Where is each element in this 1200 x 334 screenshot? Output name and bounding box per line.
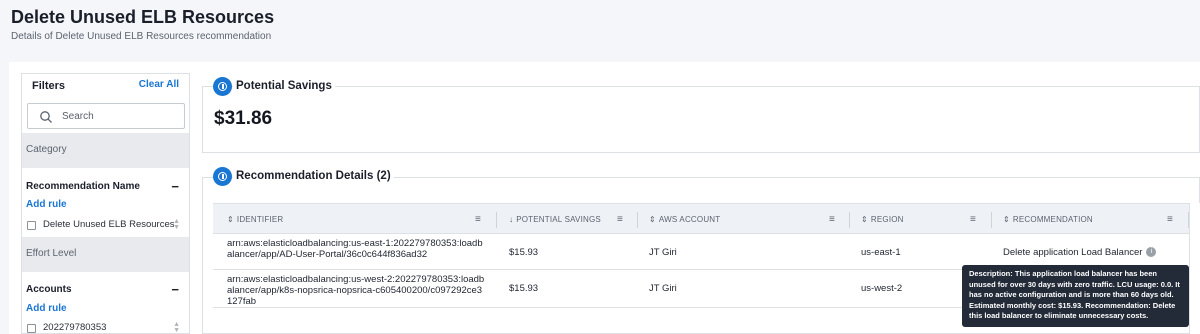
column-divider[interactable] bbox=[496, 212, 497, 228]
filters-title: Filters bbox=[32, 80, 66, 92]
potential-savings-panel bbox=[202, 86, 1200, 153]
filters-panel: Filters Clear All Category Recommendatio… bbox=[21, 73, 190, 334]
recommendation-details-title: Recommendation Details (2) bbox=[233, 170, 394, 182]
info-badge-icon bbox=[213, 77, 232, 96]
sort-handle-icon: ▲ ▼ bbox=[173, 218, 180, 231]
category-label: Category bbox=[26, 144, 67, 155]
tooltip-label: Description: bbox=[969, 269, 1013, 278]
potential-savings-value: $31.86 bbox=[214, 108, 273, 129]
account-cell: JT Giri bbox=[649, 283, 677, 294]
accounts-heading: Accounts bbox=[26, 284, 72, 295]
info-badge-icon bbox=[213, 167, 232, 186]
page-title: Delete Unused ELB Resources bbox=[11, 7, 275, 27]
region-cell: us-west-2 bbox=[861, 283, 903, 294]
recommendation-option-label: Delete Unused ELB Resources bbox=[43, 219, 175, 230]
column-header-aws-account[interactable]: ⇕ AWS ACCOUNT bbox=[649, 215, 720, 224]
checkbox[interactable] bbox=[27, 324, 36, 333]
description-tooltip: Description: This application load balan… bbox=[962, 265, 1189, 327]
table-scroll-edge[interactable] bbox=[1189, 203, 1200, 334]
column-menu-icon[interactable]: ≡ bbox=[1167, 214, 1173, 225]
column-menu-icon[interactable]: ≡ bbox=[970, 214, 976, 225]
add-rule-recommendation-link[interactable]: Add rule bbox=[26, 199, 67, 210]
filter-search-box[interactable] bbox=[27, 103, 185, 129]
column-divider[interactable] bbox=[991, 212, 992, 228]
column-divider[interactable] bbox=[637, 212, 638, 228]
savings-cell: $15.93 bbox=[509, 247, 539, 258]
column-menu-icon[interactable]: ≡ bbox=[829, 214, 835, 225]
collapse-recommendation-name-icon[interactable]: − bbox=[171, 180, 179, 193]
column-menu-icon[interactable]: ≡ bbox=[475, 214, 481, 225]
effort-level-label: Effort Level bbox=[26, 248, 77, 259]
filter-search-input[interactable] bbox=[62, 108, 180, 125]
sort-handle-icon: ▲ ▼ bbox=[173, 321, 180, 334]
column-menu-icon[interactable]: ≡ bbox=[617, 214, 623, 225]
recommendation-option-row[interactable]: Delete Unused ELB Resources ▲ ▼ bbox=[26, 218, 184, 233]
info-icon[interactable]: i bbox=[1146, 247, 1157, 258]
identifier-cell: arn:aws:elasticloadbalancing:us-east-1:2… bbox=[227, 238, 483, 260]
search-icon bbox=[40, 111, 52, 123]
recommendation-text: Delete application Load Balancer bbox=[1003, 247, 1143, 258]
account-option-label: 202279780353 bbox=[43, 322, 107, 333]
table-header: ⇕ IDENTIFIER ≡ ↓ POTENTIAL SAVINGS ≡ ⇕ AWS … bbox=[213, 203, 1200, 234]
add-rule-accounts-link[interactable]: Add rule bbox=[26, 303, 67, 314]
savings-cell: $15.93 bbox=[509, 283, 539, 294]
column-header-potential-savings[interactable]: ↓ POTENTIAL SAVINGS bbox=[509, 215, 601, 224]
account-option-row[interactable]: 202279780353 ▲ ▼ bbox=[26, 321, 184, 334]
recommendation-cell: Delete application Load Balancer i bbox=[1003, 247, 1157, 258]
region-cell: us-east-1 bbox=[861, 247, 901, 258]
column-header-region[interactable]: ⇕ REGION bbox=[861, 215, 904, 224]
potential-savings-title: Potential Savings bbox=[233, 80, 335, 92]
clear-all-link[interactable]: Clear All bbox=[139, 79, 179, 90]
column-divider[interactable] bbox=[849, 212, 850, 228]
recommendation-name-heading: Recommendation Name bbox=[26, 181, 140, 192]
checkbox[interactable] bbox=[27, 221, 36, 230]
column-header-identifier[interactable]: ⇕ IDENTIFIER bbox=[227, 215, 283, 224]
column-header-recommendation[interactable]: ⇕ RECOMMENDATION bbox=[1003, 215, 1093, 224]
account-cell: JT Giri bbox=[649, 247, 677, 258]
page-subtitle: Details of Delete Unused ELB Resources r… bbox=[11, 31, 272, 42]
identifier-cell: arn:aws:elasticloadbalancing:us-west-2:2… bbox=[227, 274, 485, 307]
collapse-accounts-icon[interactable]: − bbox=[171, 283, 179, 296]
category-section[interactable]: Category bbox=[22, 133, 189, 168]
effort-level-section[interactable]: Effort Level bbox=[22, 237, 189, 272]
